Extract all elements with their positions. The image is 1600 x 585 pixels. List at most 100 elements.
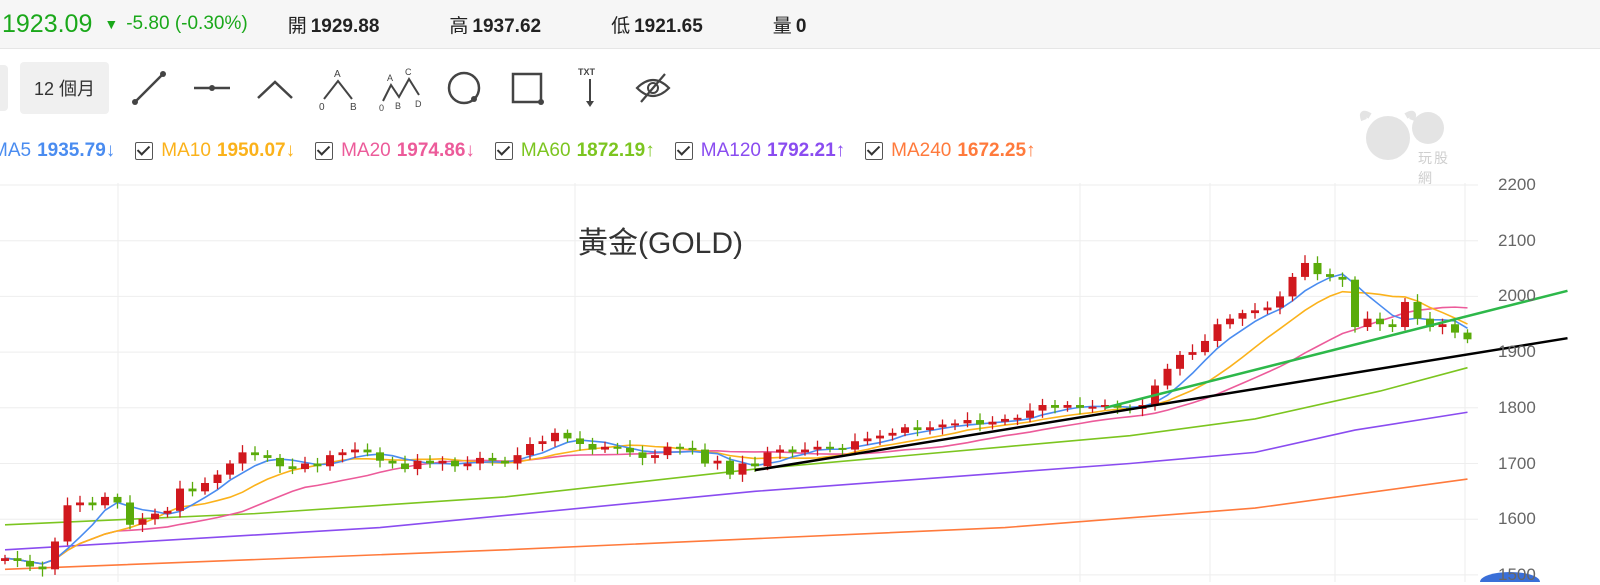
candle-body xyxy=(1351,279,1359,328)
candle-body xyxy=(413,460,422,470)
candle-body xyxy=(601,446,609,450)
candle-body xyxy=(313,463,322,467)
watermark-text: 玩股網 xyxy=(1418,150,1450,186)
candle-body xyxy=(1063,405,1072,408)
candle-body xyxy=(701,449,709,464)
candle-body xyxy=(988,421,997,425)
candle-body xyxy=(263,455,272,458)
candle-body xyxy=(1363,318,1372,328)
candle-body xyxy=(588,444,597,450)
candle-body xyxy=(763,452,772,467)
candle-body xyxy=(663,446,672,456)
candle-body xyxy=(88,502,97,506)
candle-body xyxy=(526,444,534,456)
y-tick-label: 2200 xyxy=(1498,175,1536,194)
candle-body xyxy=(488,457,497,461)
candle-body xyxy=(1038,405,1047,411)
candle-body xyxy=(838,447,847,450)
candle-body xyxy=(1201,340,1209,353)
candle-body xyxy=(876,435,884,439)
candle-body xyxy=(1251,310,1259,314)
candle-body xyxy=(288,466,297,470)
candle-body xyxy=(551,432,559,442)
ma20-line xyxy=(4,306,1468,565)
ma5-line xyxy=(4,273,1468,565)
candle-body xyxy=(751,463,759,467)
candle-body xyxy=(238,452,247,464)
candle-body xyxy=(276,457,284,467)
candle-body xyxy=(1438,324,1447,328)
candle-body xyxy=(676,446,684,449)
price-chart[interactable] xyxy=(0,0,1600,582)
candle-body xyxy=(1188,352,1197,355)
candle-body xyxy=(651,455,659,458)
candle-body xyxy=(176,488,184,511)
candle-body xyxy=(1176,354,1184,369)
candle-body xyxy=(738,463,747,475)
candle-body xyxy=(426,460,434,464)
candle-body xyxy=(801,449,809,453)
y-tick-label: 2100 xyxy=(1498,230,1536,250)
candle-body xyxy=(351,449,359,453)
candle-body xyxy=(463,463,472,467)
candle-body xyxy=(138,519,147,525)
candle-body xyxy=(63,505,72,542)
candle-body xyxy=(1463,332,1472,340)
candle-body xyxy=(1,558,9,561)
candle-body xyxy=(1213,324,1222,341)
candle-body xyxy=(513,455,522,464)
candle-body xyxy=(1301,262,1309,277)
candle-body xyxy=(813,446,822,450)
candle-body xyxy=(76,502,84,506)
candle-body xyxy=(1376,318,1384,325)
candle-body xyxy=(713,460,722,464)
candle-body xyxy=(1013,417,1022,420)
y-tick-label: 1700 xyxy=(1498,453,1536,473)
candle-body xyxy=(1276,296,1284,308)
candle-body xyxy=(363,449,372,453)
candle-body xyxy=(163,510,172,514)
candle-body xyxy=(113,496,122,503)
candle-body xyxy=(438,460,447,464)
y-tick-label: 1800 xyxy=(1498,397,1536,417)
candle-body xyxy=(1076,405,1084,408)
candle-body xyxy=(576,438,584,445)
candle-body xyxy=(101,496,109,506)
candle-body xyxy=(888,432,897,436)
ma120-line xyxy=(4,411,1468,551)
candle-body xyxy=(626,447,634,453)
candle-body xyxy=(1401,301,1409,328)
trend-line xyxy=(754,336,1568,472)
candle-body xyxy=(301,463,309,470)
candle-body xyxy=(963,420,972,424)
candle-body xyxy=(188,488,197,492)
candle-body xyxy=(951,423,959,426)
candle-body xyxy=(638,452,647,458)
watermark-logo: 玩股網 xyxy=(1350,108,1460,186)
candle-body xyxy=(863,438,872,442)
candle-body xyxy=(901,427,909,433)
candle-body xyxy=(1163,368,1172,386)
candle-body xyxy=(913,427,922,431)
candle-body xyxy=(826,446,834,449)
candle-body xyxy=(851,441,859,450)
candle-body xyxy=(1388,324,1397,328)
candle-body xyxy=(1313,262,1322,275)
y-tick-label: 1900 xyxy=(1498,342,1536,362)
candle-body xyxy=(251,452,259,456)
candle-body xyxy=(201,482,209,492)
candle-body xyxy=(976,420,984,425)
candle-body xyxy=(1263,307,1272,311)
candle-body xyxy=(926,427,934,431)
candle-body xyxy=(213,474,222,483)
candle-body xyxy=(688,447,697,450)
candle-body xyxy=(126,502,134,525)
candle-body xyxy=(776,449,784,453)
candle-body xyxy=(338,452,347,456)
y-tick-label: 2000 xyxy=(1498,286,1536,306)
candle-body xyxy=(38,566,47,570)
candle-body xyxy=(501,460,509,464)
candle-body xyxy=(1088,406,1097,409)
candle-body xyxy=(1413,301,1422,319)
candle-body xyxy=(1288,276,1297,297)
